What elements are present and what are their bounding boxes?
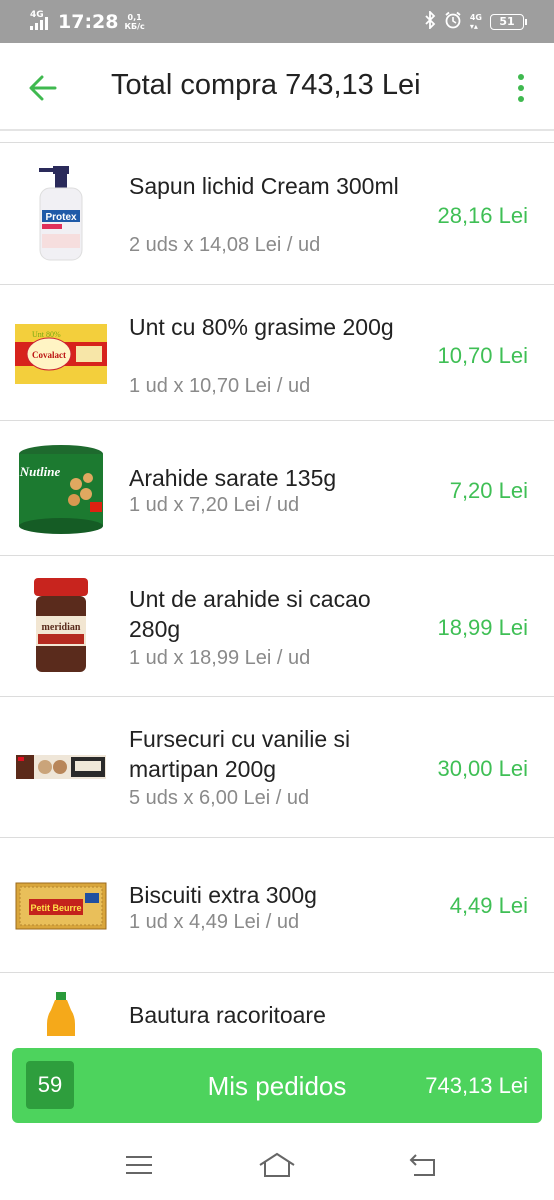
status-left: 4G 17:28 0,1 КБ/с <box>30 10 145 33</box>
home-icon <box>259 1152 295 1177</box>
wifi-data-icon: 4G ▾▴ <box>469 12 482 31</box>
system-back-button[interactable] <box>403 1150 443 1180</box>
battery-icon: 51 <box>490 13 527 30</box>
system-nav-bar <box>0 1130 554 1200</box>
back-icon <box>409 1154 435 1176</box>
brand-text: Covalact <box>32 350 66 360</box>
battery-level: 51 <box>499 14 515 28</box>
item-name: Biscuiti extra 300g <box>129 882 317 908</box>
item-quantity: 1 ud x 7,20 Lei / ud <box>129 494 300 516</box>
page-title: Total compra 743,13 Lei <box>111 69 421 101</box>
item-name: Sapun lichid Cream 300ml <box>129 173 399 199</box>
item-quantity: 2 uds x 14,08 Lei / ud <box>129 234 321 256</box>
my-orders-button[interactable]: 59 Mis pedidos 743,13 Lei <box>12 1048 542 1123</box>
alarm-icon <box>444 11 462 33</box>
item-price: 30,00 Lei <box>437 756 528 781</box>
item-quantity: 1 ud x 10,70 Lei / ud <box>129 375 311 397</box>
item-price: 18,99 Lei <box>437 615 528 640</box>
arrow-left-icon <box>29 75 57 101</box>
item-price: 7,20 Lei <box>449 478 528 503</box>
brand-text: Protex <box>45 212 77 223</box>
item-quantity: 5 uds x 6,00 Lei / ud <box>129 787 310 809</box>
home-button[interactable] <box>257 1150 297 1180</box>
brand-text: meridian <box>42 622 81 633</box>
status-bar: 4G 17:28 0,1 КБ/с 4G ▾▴ 51 <box>0 0 554 43</box>
item-price: 28,16 Lei <box>437 203 528 228</box>
network-speed: 0,1 КБ/с <box>124 13 144 31</box>
item-name: Fursecuri cu vanilie si martipan 200g <box>129 726 351 782</box>
brand-text: Nutline <box>19 464 61 479</box>
menu-button[interactable] <box>119 1150 159 1180</box>
item-price: 4,49 Lei <box>449 893 528 918</box>
item-quantity: 1 ud x 4,49 Lei / ud <box>129 911 300 933</box>
list-item[interactable]: Covalact Unt 80% Unt cu 80% grasime 200g… <box>0 285 554 421</box>
peanut-butter-jar-image: meridian <box>14 574 108 678</box>
back-button[interactable] <box>26 71 60 105</box>
menu-icon <box>126 1156 152 1174</box>
list-item[interactable]: Bautura racoritoare <box>0 973 554 1036</box>
product-list[interactable]: Protex Sapun lichid Cream 300ml 2 uds x … <box>0 142 554 1036</box>
list-item[interactable]: Fursecuri cu vanilie si martipan 200g 5 … <box>0 697 554 838</box>
speed-unit: КБ/с <box>124 21 145 31</box>
list-item[interactable]: Petit Beurre Biscuiti extra 300g 1 ud x … <box>0 838 554 973</box>
list-item[interactable]: meridian Unt de arahide si cacao 280g 1 … <box>0 556 554 697</box>
biscuits-pack-image: Petit Beurre <box>14 874 108 938</box>
signal-icon: 4G <box>30 10 52 32</box>
more-vertical-icon <box>518 74 524 80</box>
butter-image: Covalact Unt 80% <box>14 303 108 403</box>
item-name: Unt cu 80% grasime 200g <box>129 314 394 340</box>
list-item[interactable]: Nutline Arahide sarate 135g 1 ud x 7,20 … <box>0 421 554 556</box>
bluetooth-icon <box>424 9 436 33</box>
item-price: 10,70 Lei <box>437 343 528 368</box>
more-options-button[interactable] <box>510 71 532 105</box>
footer-total: 743,13 Lei <box>425 1073 528 1098</box>
item-quantity: 1 ud x 18,99 Lei / ud <box>129 647 311 669</box>
soft-drink-bottle-image <box>14 989 108 1036</box>
list-item[interactable]: Protex Sapun lichid Cream 300ml 2 uds x … <box>0 143 554 285</box>
app-bar: Total compra 743,13 Lei <box>0 43 554 131</box>
status-time: 17:28 <box>58 10 119 33</box>
brand-text: Petit Beurre <box>30 903 81 913</box>
item-name: Unt de arahide si cacao 280g <box>129 586 371 642</box>
status-right: 4G ▾▴ 51 <box>424 9 527 33</box>
net-right-label: 4G <box>469 12 482 22</box>
item-name: Bautura racoritoare <box>129 1002 326 1028</box>
speed-value: 0,1 <box>127 12 142 22</box>
cookies-pack-image <box>14 747 108 787</box>
item-name: Arahide sarate 135g <box>129 465 337 491</box>
peanuts-can-image: Nutline <box>14 439 108 539</box>
liquid-soap-image: Protex <box>14 163 108 265</box>
svg-text:Unt 80%: Unt 80% <box>32 330 61 339</box>
